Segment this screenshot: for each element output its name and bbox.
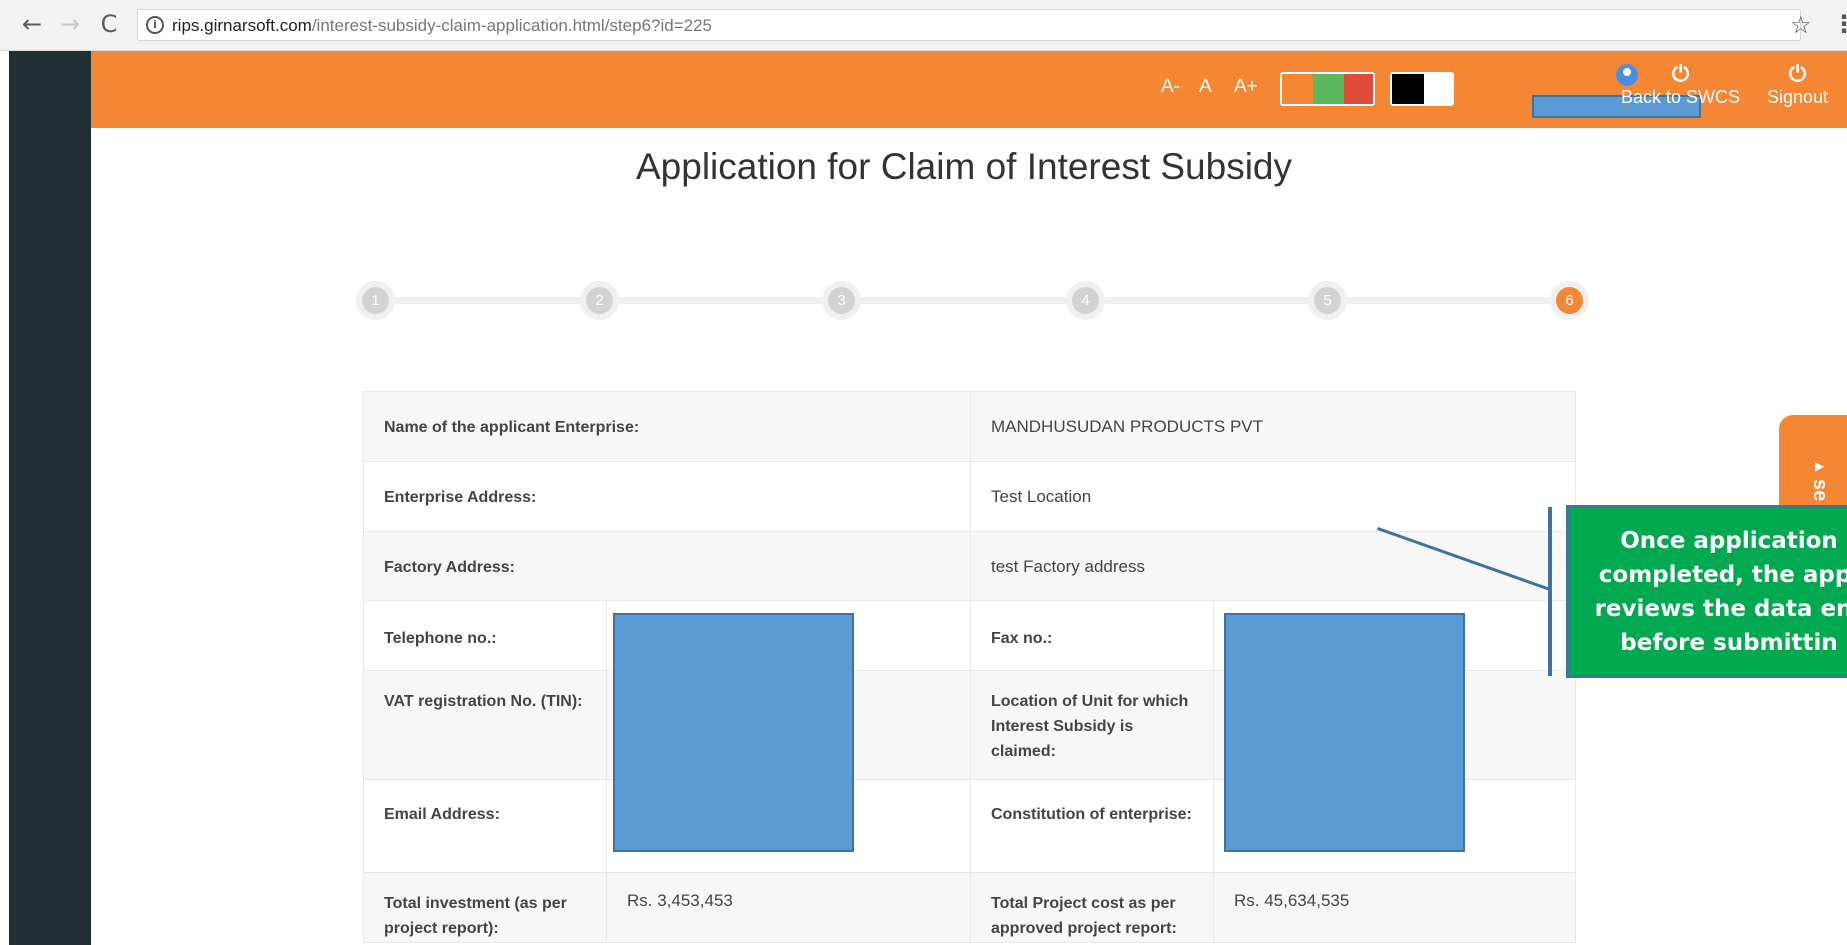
caret-right-icon: ▶ (1815, 459, 1825, 473)
fax-label: Fax no.: (991, 630, 1053, 647)
back-to-swcs-button[interactable]: ⏻ Back to SWCS (1621, 63, 1740, 108)
enterprise-address-value: Test Location (991, 487, 1092, 506)
side-tab-label: se (1809, 479, 1831, 502)
total-investment-value: Rs. 3,453,453 (627, 891, 733, 910)
info-icon[interactable]: i (146, 16, 164, 34)
table-value-cell: MANDHUSUDAN PRODUCTS PVT (970, 391, 1576, 462)
power-icon: ⏻ (1671, 62, 1690, 87)
table-value-cell: Rs. 45,634,535 (1213, 872, 1576, 943)
telephone-label: Telephone no.: (384, 630, 497, 647)
site-header: A- A A+ ⏻ Back to SWCS ⏻ Signout (91, 51, 1847, 128)
applicant-name-value: MANDHUSUDAN PRODUCTS PVT (991, 417, 1264, 436)
back-to-swcs-label: Back to SWCS (1621, 87, 1741, 107)
table-label-cell: Total Project cost as per approved proje… (970, 872, 1214, 943)
step-1[interactable]: 1 (356, 281, 395, 320)
step-number: 5 (1314, 287, 1341, 314)
forward-arrow-icon[interactable]: → (56, 10, 84, 38)
constitution-label: Constitution of enterprise: (991, 806, 1192, 823)
callout-line-1: Once application (1620, 528, 1838, 554)
side-feedback-tab[interactable]: ▶ se (1779, 415, 1847, 505)
url-host: rips.girnarsoft.com (172, 16, 312, 35)
project-cost-value: Rs. 45,634,535 (1234, 891, 1350, 910)
callout-line-3: reviews the data ent (1594, 596, 1847, 622)
step-number: 4 (1072, 287, 1099, 314)
table-label-cell: Telephone no.: (363, 600, 607, 671)
table-label-cell: Total investment (as per project report)… (363, 872, 607, 943)
table-label-cell: Email Address: (363, 779, 607, 873)
applicant-name-label: Name of the applicant Enterprise: (384, 419, 640, 436)
theme-color-switcher (1280, 72, 1375, 106)
power-icon: ⏻ (1788, 62, 1807, 87)
page-title: Application for Claim of Interest Subsid… (635, 146, 1293, 187)
left-margin (0, 51, 9, 945)
step-number: 1 (362, 287, 389, 314)
signout-label: Signout (1767, 87, 1829, 107)
signout-button[interactable]: ⏻ Signout (1767, 63, 1828, 108)
step-3[interactable]: 3 (822, 281, 861, 320)
step-number: 2 (586, 287, 613, 314)
address-bar[interactable]: i rips.girnarsoft.com/interest-subsidy-c… (137, 9, 1801, 41)
url-text[interactable]: rips.girnarsoft.com/interest-subsidy-cla… (172, 16, 712, 36)
theme-red-swatch[interactable] (1344, 74, 1373, 104)
table-value-cell: Test Location (970, 461, 1576, 532)
table-label-cell: Name of the applicant Enterprise: (363, 391, 971, 462)
reload-icon[interactable]: C (95, 10, 123, 38)
browser-toolbar: ← → C i rips.girnarsoft.com/interest-sub… (0, 0, 1847, 51)
url-path: /interest-subsidy-claim-application.html… (311, 16, 713, 35)
step-2[interactable]: 2 (580, 281, 619, 320)
table-label-cell: Fax no.: (970, 600, 1214, 671)
step-number: 3 (828, 287, 855, 314)
email-label: Email Address: (384, 806, 500, 823)
factory-address-value: test Factory address (991, 557, 1146, 576)
theme-orange-swatch[interactable] (1282, 74, 1313, 104)
table-label-cell: Constitution of enterprise: (970, 779, 1214, 873)
table-label-cell: VAT registration No. (TIN): (363, 670, 607, 780)
vat-registration-label: VAT registration No. (TIN): (384, 693, 583, 710)
left-sidebar (9, 51, 91, 945)
table-row: Enterprise Address: Test Location (363, 461, 1576, 532)
table-label-cell: Location of Unit for which Interest Subs… (970, 670, 1214, 780)
table-label-cell: Factory Address: (363, 531, 971, 601)
table-value-cell: Rs. 3,453,453 (606, 872, 971, 943)
contrast-switcher (1390, 72, 1454, 106)
font-increase-button[interactable]: A+ (1234, 76, 1258, 98)
table-row: Name of the applicant Enterprise: MANDHU… (363, 391, 1576, 462)
step-5[interactable]: 5 (1308, 281, 1347, 320)
back-arrow-icon[interactable]: ← (18, 10, 46, 38)
callout-line-2: completed, the appl (1598, 562, 1847, 588)
step-4[interactable]: 4 (1066, 281, 1105, 320)
theme-green-swatch[interactable] (1313, 74, 1344, 104)
enterprise-address-label: Enterprise Address: (384, 489, 537, 506)
font-normal-button[interactable]: A (1199, 76, 1212, 98)
font-decrease-button[interactable]: A- (1161, 76, 1180, 98)
total-investment-label: Total investment (as per project report)… (384, 895, 567, 937)
unit-location-label: Location of Unit for which Interest Subs… (991, 693, 1189, 760)
redaction-block-left (613, 613, 854, 852)
table-row: Total investment (as per project report)… (363, 872, 1576, 943)
stepper-track (376, 297, 1570, 304)
step-6-active[interactable]: 6 (1550, 281, 1589, 320)
callout-annotation: Once application completed, the appl rev… (1566, 505, 1847, 678)
callout-line-4: before submittin (1620, 630, 1838, 656)
browser-menu-icon[interactable]: ⋮ (1832, 10, 1847, 38)
contrast-light-swatch[interactable] (1424, 74, 1452, 104)
factory-address-label: Factory Address: (384, 559, 515, 576)
contrast-dark-swatch[interactable] (1392, 74, 1424, 104)
step-number: 6 (1556, 287, 1583, 314)
bookmark-star-icon[interactable]: ☆ (1790, 11, 1812, 39)
table-label-cell: Enterprise Address: (363, 461, 971, 532)
project-cost-label: Total Project cost as per approved proje… (991, 895, 1177, 937)
